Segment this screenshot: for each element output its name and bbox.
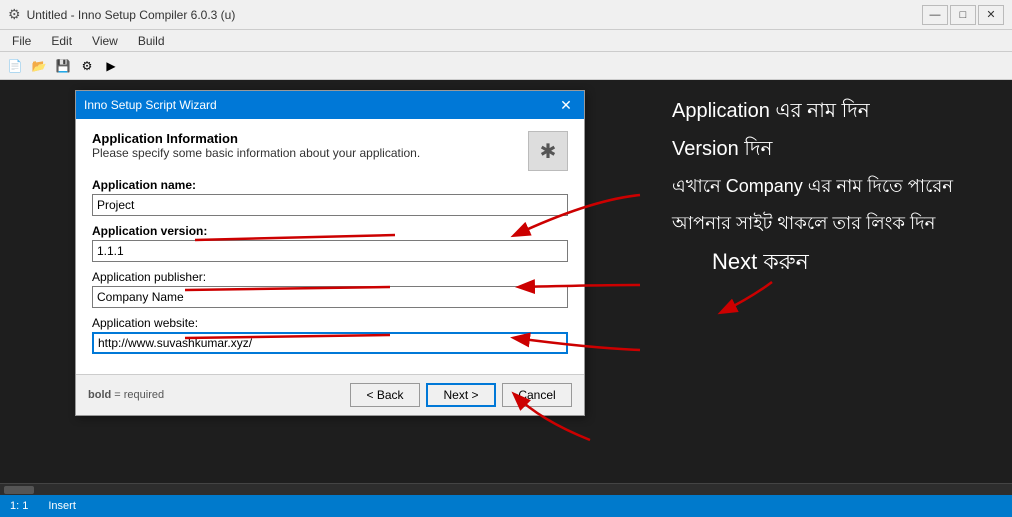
wizard-dialog: Inno Setup Script Wizard ✕ Application I…	[75, 90, 585, 416]
app-icon: ⚙	[8, 6, 21, 23]
toolbar: 📄 📂 💾 ⚙ ▶	[0, 52, 1012, 80]
menu-view[interactable]: View	[84, 32, 126, 50]
app-name-input[interactable]	[92, 194, 568, 216]
app-website-label: Application website:	[92, 316, 568, 330]
app-publisher-label: Application publisher:	[92, 270, 568, 284]
close-button[interactable]: ✕	[978, 5, 1004, 25]
title-bar-text: Untitled - Inno Setup Compiler 6.0.3 (u)	[27, 8, 916, 22]
maximize-button[interactable]: □	[950, 5, 976, 25]
open-button[interactable]: 📂	[28, 55, 50, 77]
new-button[interactable]: 📄	[4, 55, 26, 77]
annotation-text-5: Next করুন	[712, 248, 1000, 277]
app-website-input[interactable]	[92, 332, 568, 354]
save-button[interactable]: 💾	[52, 55, 74, 77]
annotation-app-name: Application এর নাম দিন	[672, 98, 1000, 124]
dialog-title-bar: Inno Setup Script Wizard ✕	[76, 91, 584, 119]
section-info: Application Information Please specify s…	[92, 131, 420, 172]
scrollbar-thumb[interactable]	[4, 486, 34, 494]
annotation-version: Version দিন	[672, 136, 1000, 162]
minimize-button[interactable]: —	[922, 5, 948, 25]
status-bar: 1: 1 Insert	[0, 495, 1012, 517]
menu-build[interactable]: Build	[130, 32, 173, 50]
menu-bar: File Edit View Build	[0, 30, 1012, 52]
menu-edit[interactable]: Edit	[43, 32, 80, 50]
annotation-text-4: আপনার সাইট থাকলে তার লিংক দিন	[672, 211, 1000, 236]
app-name-label: Application name:	[92, 178, 568, 192]
dialog-body: Application Information Please specify s…	[76, 119, 584, 374]
run-button[interactable]: ▶	[100, 55, 122, 77]
next-arrow-svg	[702, 277, 802, 317]
dialog-title-text: Inno Setup Script Wizard	[84, 98, 556, 112]
dialog-close-button[interactable]: ✕	[556, 95, 576, 115]
dialog-overlay: Inno Setup Script Wizard ✕ Application I…	[0, 80, 660, 483]
window-controls: — □ ✕	[922, 5, 1004, 25]
app-version-group: Application version:	[92, 224, 568, 262]
wizard-icon: ✱	[528, 131, 568, 171]
back-button[interactable]: < Back	[350, 383, 420, 407]
app-name-group: Application name:	[92, 178, 568, 216]
section-subtitle: Please specify some basic information ab…	[92, 146, 420, 160]
section-title: Application Information	[92, 131, 420, 146]
app-publisher-group: Application publisher:	[92, 270, 568, 308]
annotation-text-2: Version দিন	[672, 136, 1000, 162]
next-button[interactable]: Next >	[426, 383, 496, 407]
cancel-button[interactable]: Cancel	[502, 383, 572, 407]
app-website-group: Application website:	[92, 316, 568, 354]
annotation-panel: Application এর নাম দিন Version দিন এখানে…	[660, 80, 1012, 483]
app-publisher-input[interactable]	[92, 286, 568, 308]
footer-note: bold = required	[88, 389, 164, 401]
main-content: Inno Setup Script Wizard ✕ Application I…	[0, 80, 1012, 483]
section-header: Application Information Please specify s…	[92, 131, 568, 172]
annotation-website: আপনার সাইট থাকলে তার লিংক দিন	[672, 211, 1000, 236]
annotation-text-1: Application এর নাম দিন	[672, 98, 1000, 124]
editor-mode: Insert	[48, 500, 76, 512]
annotation-next: Next করুন	[672, 248, 1000, 317]
ide-editor: Inno Setup Script Wizard ✕ Application I…	[0, 80, 660, 483]
cursor-position: 1: 1	[10, 500, 28, 512]
dialog-footer: bold = required < Back Next > Cancel	[76, 374, 584, 415]
annotation-text-3: এখানে Company এর নাম দিতে পারেন	[672, 174, 1000, 199]
menu-file[interactable]: File	[4, 32, 39, 50]
app-version-input[interactable]	[92, 240, 568, 262]
annotation-company: এখানে Company এর নাম দিতে পারেন	[672, 174, 1000, 199]
app-version-label: Application version:	[92, 224, 568, 238]
title-bar: ⚙ Untitled - Inno Setup Compiler 6.0.3 (…	[0, 0, 1012, 30]
footer-buttons: < Back Next > Cancel	[350, 383, 572, 407]
scrollbar[interactable]	[0, 483, 1012, 495]
settings-button[interactable]: ⚙	[76, 55, 98, 77]
